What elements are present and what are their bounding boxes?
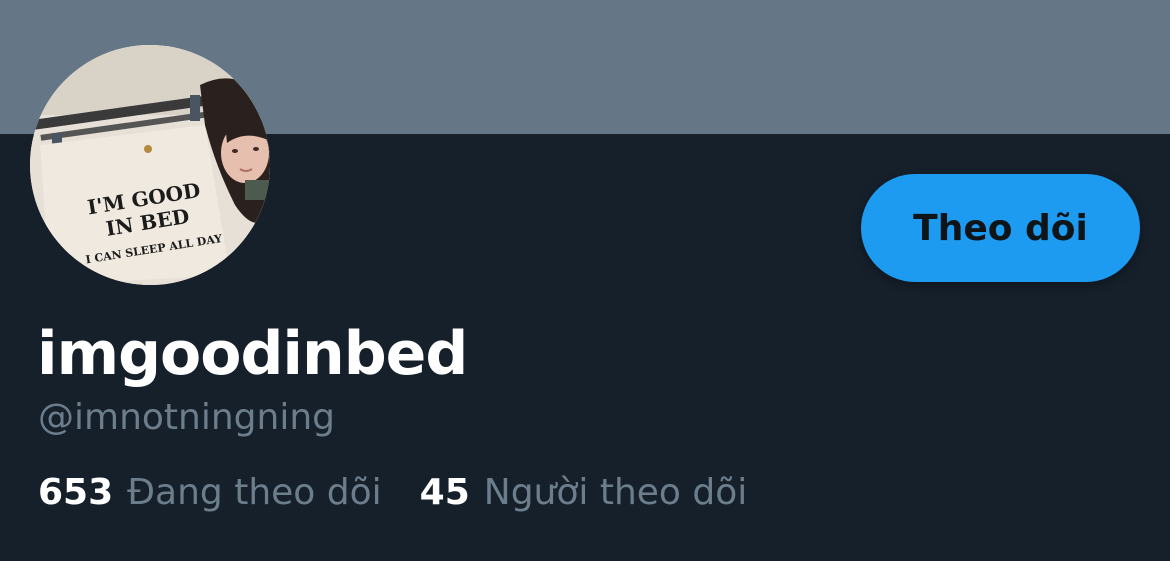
followers-count: 45	[419, 472, 470, 513]
profile-page: I'M GOOD IN BED I CAN SLEEP ALL DAY Theo…	[0, 0, 1170, 561]
display-name: imgoodinbed	[37, 319, 468, 389]
follow-button[interactable]: Theo dõi	[861, 174, 1140, 282]
avatar[interactable]: I'M GOOD IN BED I CAN SLEEP ALL DAY	[30, 45, 270, 285]
following-label: Đang theo dõi	[127, 472, 382, 513]
avatar-photo: I'M GOOD IN BED I CAN SLEEP ALL DAY	[30, 45, 270, 285]
following-link[interactable]: 653 Đang theo dõi	[38, 470, 382, 516]
following-count: 653	[38, 472, 114, 513]
username-handle: @imnotningning	[38, 397, 335, 438]
followers-link[interactable]: 45 Người theo dõi	[420, 470, 748, 516]
followers-label: Người theo dõi	[483, 472, 748, 513]
profile-stats: 653 Đang theo dõi 45 Người theo dõi	[38, 470, 747, 516]
